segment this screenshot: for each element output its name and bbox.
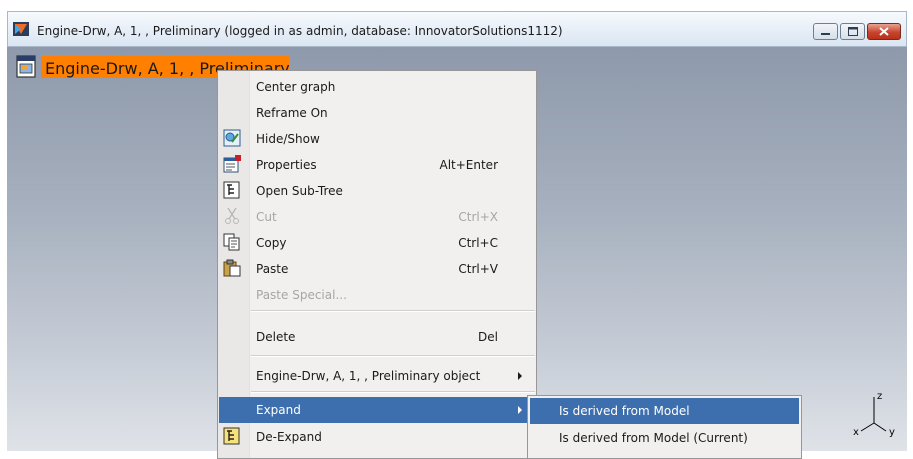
menu-item-label: Properties [256, 158, 317, 172]
app-icon [13, 22, 29, 36]
paste-icon [223, 259, 241, 277]
menu-item-paste-special[interactable]: Paste Special... [219, 282, 536, 308]
open-subtree-icon [223, 181, 240, 199]
menu-separator [251, 391, 535, 393]
submenu-item-is-derived-from-model[interactable]: Is derived from Model [530, 398, 799, 424]
drawing-document-icon [16, 55, 36, 78]
menu-item-label: Delete [256, 330, 296, 344]
copy-icon [223, 233, 240, 251]
menu-item-label: Open Sub-Tree [256, 184, 343, 198]
menu-item-label: Copy [256, 236, 287, 250]
menu-item-label: Expand [256, 403, 301, 417]
expand-submenu: Is derived from Model Is derived from Mo… [527, 395, 802, 459]
menu-item-delete[interactable]: Delete Del [219, 324, 536, 350]
menu-item-object-submenu[interactable]: Engine-Drw, A, 1, , Preliminary object [219, 363, 536, 389]
minimize-icon [821, 32, 830, 35]
close-icon [879, 27, 889, 36]
menu-item-label: Cut [256, 210, 277, 224]
minimize-button[interactable] [813, 23, 838, 40]
properties-icon [223, 155, 241, 173]
menu-item-properties[interactable]: Properties Alt+Enter [219, 152, 536, 178]
menu-item-label: Center graph [256, 80, 336, 94]
de-expand-icon [223, 427, 240, 445]
submenu-arrow-icon [518, 406, 522, 414]
menu-item-label: De-Expand [256, 430, 322, 444]
menu-item-label: Reframe On [256, 106, 328, 120]
close-button[interactable] [867, 23, 901, 40]
menu-item-hide-show[interactable]: Hide/Show [219, 126, 536, 152]
menu-item-shortcut: Alt+Enter [439, 158, 498, 172]
menu-item-label: Paste Special... [256, 288, 347, 302]
hide-show-icon [223, 129, 241, 147]
window-title: Engine-Drw, A, 1, , Preliminary (logged … [37, 24, 563, 38]
axis-x-label: x [853, 427, 859, 438]
maximize-button[interactable] [840, 23, 865, 40]
menu-item-shortcut: Ctrl+X [458, 210, 498, 224]
menu-item-shortcut: Del [478, 330, 498, 344]
menu-item-shortcut: Ctrl+V [458, 262, 498, 276]
submenu-arrow-icon [518, 372, 522, 380]
menu-separator [251, 310, 535, 312]
menu-item-cut[interactable]: Cut Ctrl+X [219, 204, 536, 230]
menu-item-label: Engine-Drw, A, 1, , Preliminary object [256, 369, 481, 383]
menu-item-shortcut: Ctrl+C [458, 236, 498, 250]
menu-item-center-graph[interactable]: Center graph [219, 74, 536, 100]
menu-item-copy[interactable]: Copy Ctrl+C [219, 230, 536, 256]
axes-indicator: z x y [849, 391, 899, 441]
menu-item-label: Paste [256, 262, 289, 276]
context-menu: Center graph Reframe On Hide/Show Proper… [217, 70, 537, 459]
menu-item-open-sub-tree[interactable]: Open Sub-Tree [219, 178, 536, 204]
submenu-item-is-derived-from-model-current[interactable]: Is derived from Model (Current) [530, 425, 799, 451]
axis-y-label: y [889, 427, 895, 438]
title-bar[interactable]: Engine-Drw, A, 1, , Preliminary (logged … [7, 11, 907, 47]
menu-item-de-expand[interactable]: De-Expand [219, 424, 536, 450]
scissors-icon [225, 207, 239, 224]
axis-z-label: z [877, 391, 883, 402]
menu-item-expand[interactable]: Expand [219, 397, 536, 423]
menu-item-label: Hide/Show [256, 132, 320, 146]
menu-item-paste[interactable]: Paste Ctrl+V [219, 256, 536, 282]
submenu-item-label: Is derived from Model (Current) [559, 431, 748, 445]
menu-item-reframe-on[interactable]: Reframe On [219, 100, 536, 126]
caption-buttons [811, 23, 901, 40]
maximize-icon [847, 27, 858, 36]
submenu-item-label: Is derived from Model [559, 404, 690, 418]
menu-separator [251, 355, 535, 357]
